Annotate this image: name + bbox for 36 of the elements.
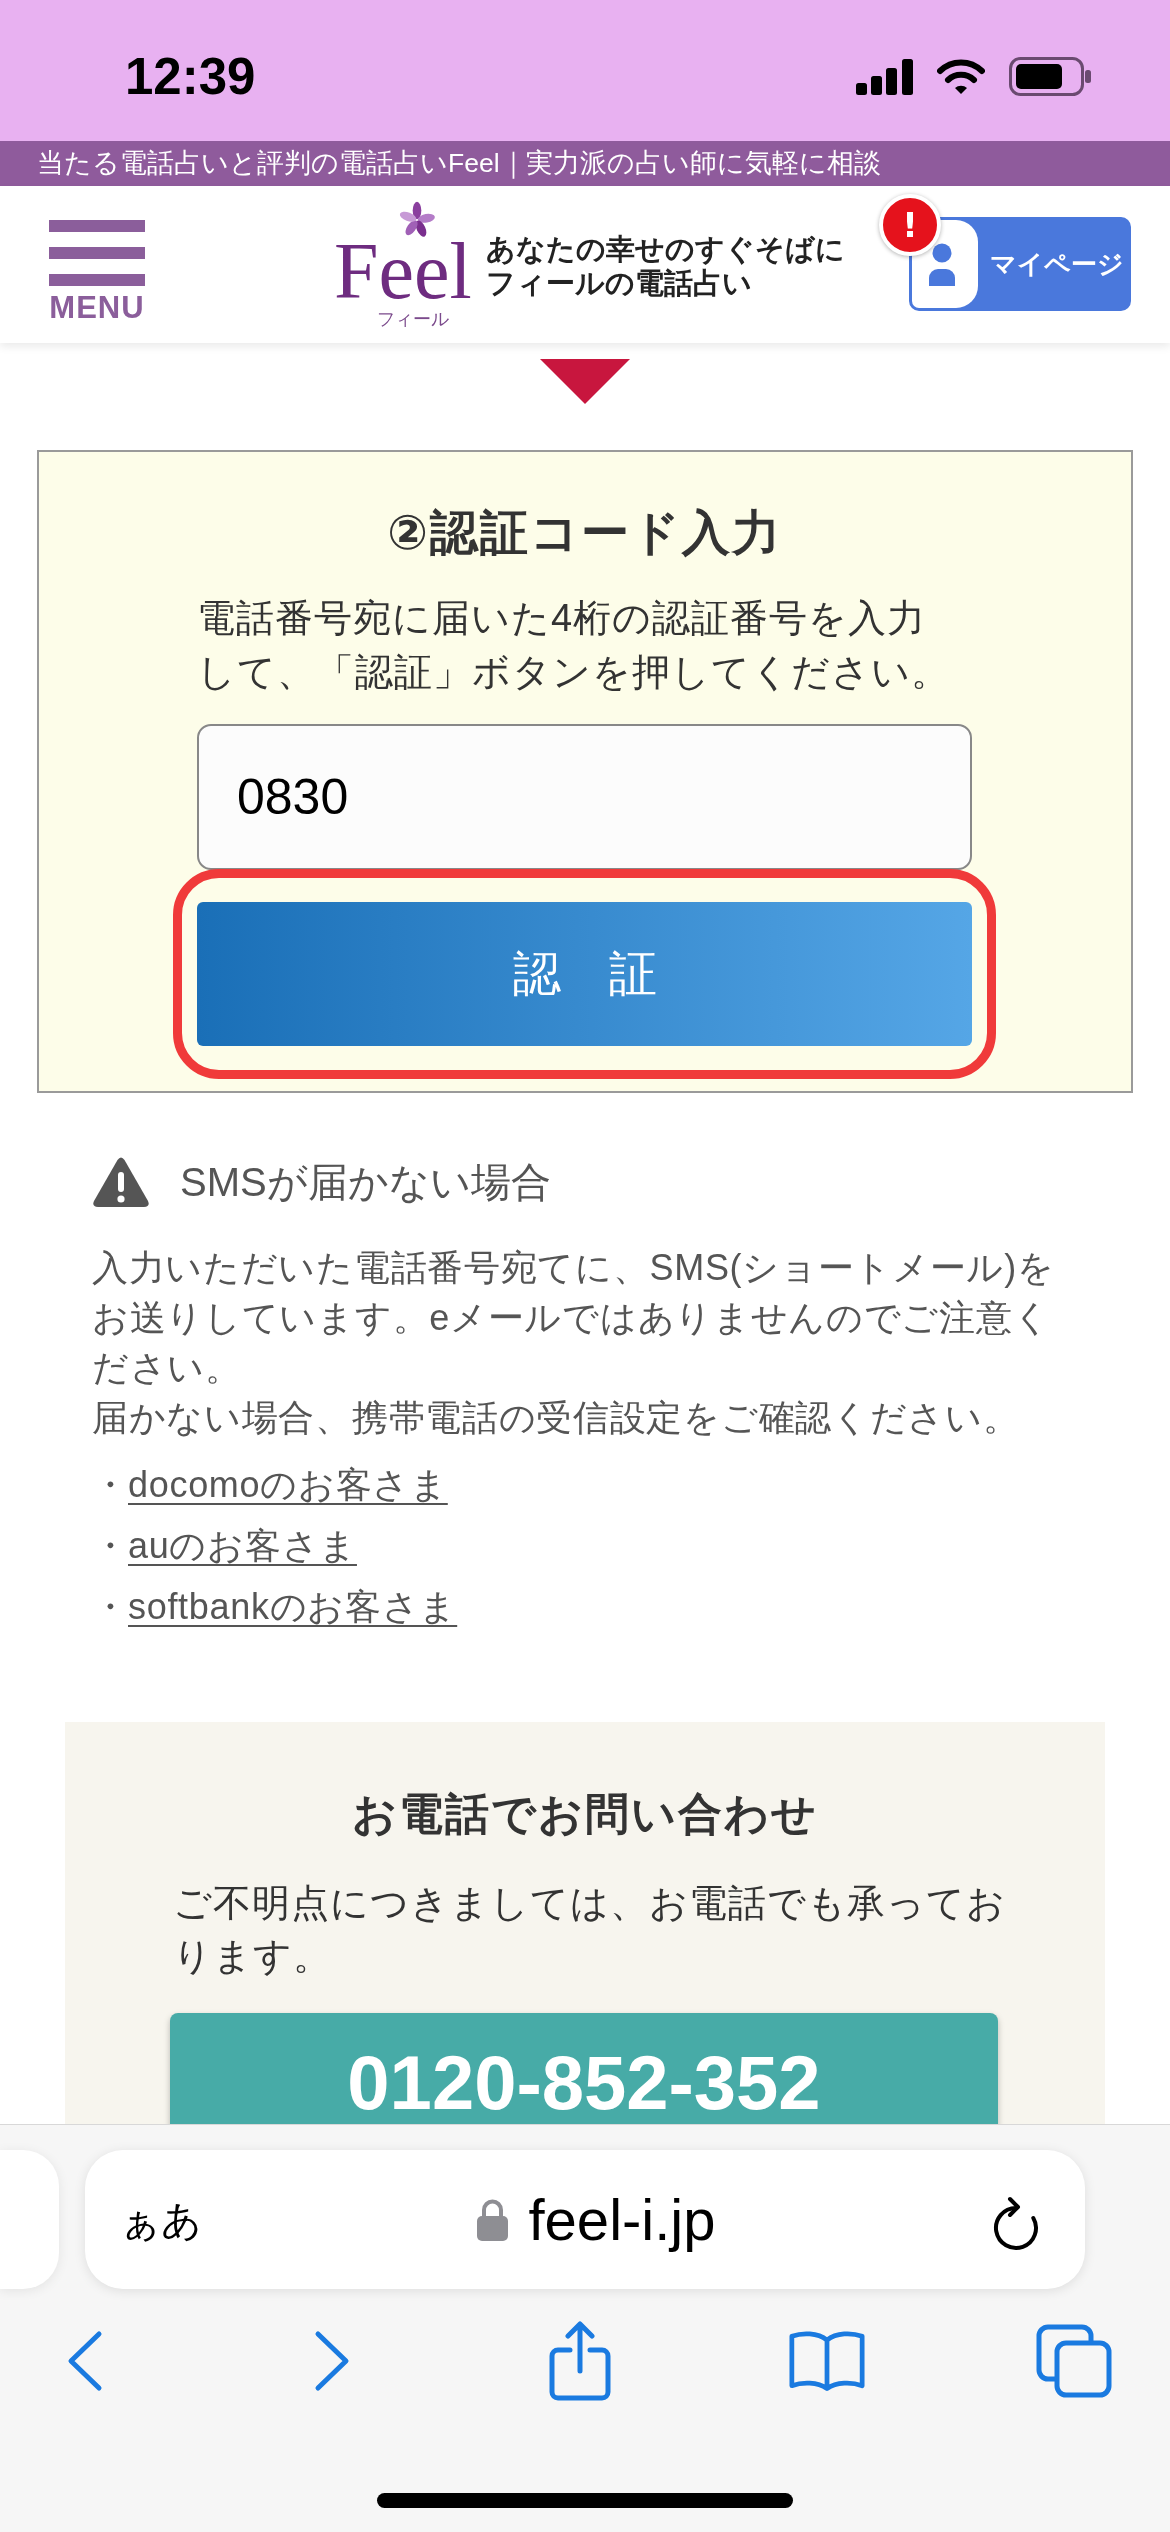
help-text: 入力いただいた電話番号宛てに、SMS(ショートメール)をお送りしています。eメールではありませんのでご注意ください。: [92, 1246, 1056, 1390]
warning-icon: [92, 1156, 150, 1208]
chevron-right-icon[interactable]: [314, 2330, 351, 2392]
sms-heading: SMSが届かない場合: [180, 1159, 551, 1206]
help-text: 届かない場合、携帯電話の受信設定をご確認ください。: [92, 1396, 1021, 1440]
site-banner: 当たる電話占いと評判の電話占いFeel｜実力派の占い師に気軽に相談: [0, 141, 1170, 186]
book-icon[interactable]: [788, 2329, 865, 2393]
url-text[interactable]: feel-i.jp: [528, 2186, 716, 2253]
logo-wordmark: Feel: [334, 241, 472, 301]
list-bullet: ・: [92, 1463, 128, 1507]
menu-button[interactable]: MENU: [49, 220, 145, 323]
text-size-button[interactable]: ぁあ: [120, 2194, 202, 2245]
contact-text: ご不明点につきましては、お電話でも承っております。: [173, 1881, 1007, 1979]
instruction-text: 電話番号宛に届いた4桁の認証番号を入力して、「認証」ボタンを押してください。: [197, 596, 951, 695]
signal-icon: [856, 58, 913, 95]
list-bullet: ・: [92, 1585, 128, 1629]
logo-tagline: あなたの幸せのすぐそばにフィールの電話占い: [485, 232, 846, 300]
contact-title: お電話でお問い合わせ: [351, 1788, 819, 1840]
battery-icon: [1009, 57, 1091, 96]
share-icon[interactable]: [548, 2321, 611, 2401]
menu-icon: [49, 220, 145, 286]
address-bar[interactable]: ぁあ feel-i.jp: [85, 2150, 1085, 2289]
wifi-icon: [937, 58, 985, 95]
code-input[interactable]: 0830: [197, 724, 972, 870]
tabs-icon[interactable]: [1036, 2324, 1112, 2398]
carrier-link[interactable]: softbankのお客さま: [128, 1582, 458, 1632]
verify-button[interactable]: 認 証: [197, 902, 972, 1046]
logo-reading: フィール: [377, 308, 449, 330]
down-triangle-icon: [540, 359, 630, 404]
carrier-link[interactable]: docomoのお客さま: [128, 1460, 448, 1510]
status-time: 12:39: [125, 51, 256, 102]
chevron-left-icon[interactable]: [67, 2330, 103, 2392]
flower-icon: [397, 201, 437, 239]
card-title: ②認証コード入力: [386, 505, 783, 561]
carrier-link[interactable]: auのお客さま: [128, 1521, 357, 1571]
list-bullet: ・: [92, 1524, 128, 1568]
